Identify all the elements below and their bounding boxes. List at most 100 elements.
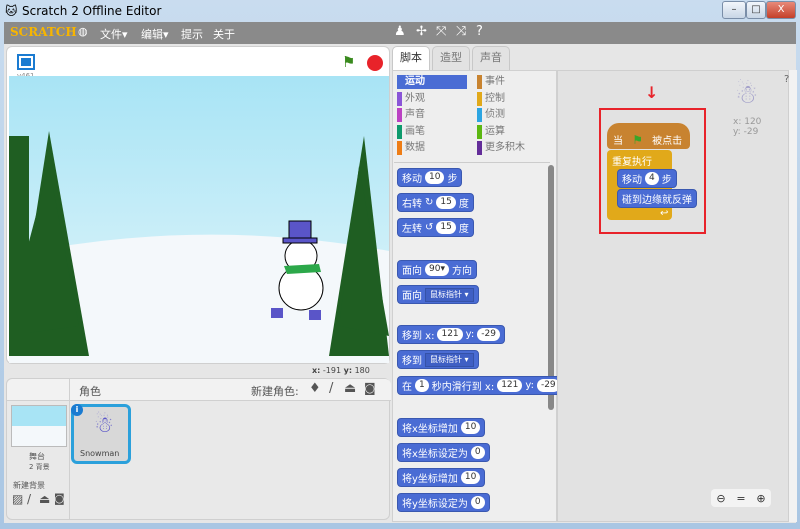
bounce-block[interactable]: 碰到边缘就反弹 bbox=[617, 189, 697, 208]
y-label: y: bbox=[733, 127, 741, 137]
category-3[interactable]: 控制 bbox=[477, 91, 547, 106]
block-input[interactable]: 10 bbox=[460, 421, 481, 434]
block-dropdown[interactable]: 鼠标指针 ▾ bbox=[425, 352, 474, 367]
category-4[interactable]: 声音 bbox=[397, 108, 467, 122]
new-sprite-label: 新建角色: bbox=[251, 385, 299, 398]
minimize-button[interactable]: – bbox=[722, 1, 746, 19]
block-input[interactable]: 121 bbox=[497, 379, 523, 392]
category-9[interactable]: 更多积木 bbox=[477, 141, 547, 155]
move-steps-block[interactable]: 移动 4 步 bbox=[617, 169, 677, 188]
camera-backdrop-icon[interactable]: ◙ bbox=[54, 492, 65, 505]
fullscreen-icon[interactable] bbox=[17, 54, 35, 70]
block-input[interactable]: 10 bbox=[460, 471, 481, 484]
category-7[interactable]: 运算 bbox=[477, 124, 547, 139]
palette-block[interactable]: 移到 x: 121 y: -29 bbox=[397, 325, 505, 344]
palette-block[interactable]: 在 1 秒内滑行到 x: 121 y: -29 bbox=[397, 376, 565, 395]
when-label: 当 bbox=[613, 136, 623, 147]
upload-backdrop-icon[interactable]: ⏏ bbox=[39, 492, 50, 506]
block-input[interactable]: 10 bbox=[425, 171, 445, 184]
category-label: 画笔 bbox=[405, 125, 425, 137]
category-5[interactable]: 侦测 bbox=[477, 108, 547, 122]
x-value: 120 bbox=[744, 117, 762, 127]
zoom-reset-icon[interactable]: = bbox=[736, 492, 745, 505]
palette-block[interactable]: 面向 90▾ 方向 bbox=[397, 260, 477, 279]
palette-scrollbar[interactable] bbox=[548, 165, 554, 410]
menu-about[interactable]: 关于 bbox=[213, 26, 235, 42]
scripts-scrollbar[interactable] bbox=[789, 70, 797, 522]
sprite-library-icon[interactable]: ♦ bbox=[309, 381, 321, 396]
zoom-controls: ⊖ = ⊕ bbox=[711, 489, 771, 507]
menu-tips[interactable]: 提示 bbox=[181, 26, 203, 42]
palette-block[interactable]: 右转 ↻ 15 度 bbox=[397, 193, 474, 212]
when-flag-clicked-block[interactable]: 当 ⚑ 被点击 bbox=[607, 123, 690, 149]
block-input[interactable]: 15 bbox=[436, 221, 456, 234]
duplicate-stamp-icon[interactable]: ♟ bbox=[394, 24, 406, 39]
palette-block[interactable]: 左转 ↺ 15 度 bbox=[397, 218, 474, 237]
paint-backdrop-icon[interactable]: / bbox=[27, 492, 31, 506]
block-label: y: bbox=[465, 329, 475, 340]
palette-block[interactable]: 将y坐标增加 10 bbox=[397, 468, 486, 487]
help-icon[interactable]: ? bbox=[476, 24, 483, 39]
block-input[interactable]: 15 bbox=[436, 196, 456, 209]
x-value: -191 bbox=[322, 366, 342, 375]
paint-sprite-icon[interactable]: / bbox=[329, 381, 333, 396]
palette-block[interactable]: 移到 鼠标指针 ▾ bbox=[397, 350, 479, 369]
green-flag-icon[interactable]: ⚑ bbox=[342, 53, 355, 71]
category-label: 运动 bbox=[405, 76, 425, 87]
block-input[interactable]: 1 bbox=[415, 379, 429, 392]
category-color-swatch bbox=[477, 124, 482, 139]
category-8[interactable]: 数据 bbox=[397, 141, 467, 155]
category-list: 运动 事件外观 控制声音 侦测画笔 运算 数据 更多积木 bbox=[397, 75, 547, 161]
delete-scissors-icon[interactable]: ✢ bbox=[416, 24, 427, 39]
block-input[interactable]: -29 bbox=[477, 328, 500, 341]
menu-edit[interactable]: 编辑▾ bbox=[141, 26, 169, 42]
info-icon[interactable]: i bbox=[71, 404, 83, 416]
block-input[interactable]: 121 bbox=[437, 328, 463, 341]
stop-icon[interactable] bbox=[367, 55, 383, 71]
maximize-button[interactable]: □ bbox=[746, 1, 766, 19]
stage-thumbnail[interactable] bbox=[11, 405, 67, 447]
block-input[interactable]: 90▾ bbox=[425, 263, 449, 276]
down-arrow-annotation: ↓ bbox=[645, 83, 659, 102]
category-0[interactable]: 运动 bbox=[397, 75, 467, 89]
grow-icon[interactable]: ⤧ bbox=[436, 24, 446, 39]
tab-scripts[interactable]: 脚本 bbox=[392, 46, 430, 71]
menu-file[interactable]: 文件▾ bbox=[100, 26, 128, 42]
block-input[interactable]: 0 bbox=[470, 446, 485, 459]
tab-sounds[interactable]: 声音 bbox=[472, 46, 510, 70]
palette-block[interactable]: 面向 鼠标指针 ▾ bbox=[397, 285, 479, 304]
y-value: -29 bbox=[743, 127, 759, 137]
scratch-logo[interactable]: SCRATCH bbox=[10, 25, 77, 39]
category-1[interactable]: 事件 bbox=[477, 75, 547, 89]
upload-sprite-icon[interactable]: ⏏ bbox=[344, 381, 356, 396]
block-label: ↻ bbox=[425, 197, 434, 208]
backdrop-library-icon[interactable]: ▨ bbox=[12, 492, 23, 506]
camera-sprite-icon[interactable]: ◙ bbox=[364, 381, 376, 395]
backdrop-count: 2 背景 bbox=[29, 463, 50, 471]
globe-icon[interactable]: ◍ bbox=[78, 25, 88, 38]
palette-block[interactable]: 将y坐标设定为 0 bbox=[397, 493, 490, 512]
block-dropdown[interactable]: 鼠标指针 ▾ bbox=[425, 287, 474, 302]
category-color-swatch bbox=[397, 91, 402, 106]
sprite-tile-snowman[interactable]: i ☃ Snowman bbox=[71, 404, 131, 464]
help-circle-icon[interactable]: ? bbox=[784, 74, 789, 85]
palette-block[interactable]: 将x坐标设定为 0 bbox=[397, 443, 490, 462]
y-value: 180 bbox=[354, 366, 370, 375]
palette-block[interactable]: 将x坐标增加 10 bbox=[397, 418, 486, 437]
zoom-out-icon[interactable]: ⊖ bbox=[716, 492, 725, 505]
tab-costumes[interactable]: 造型 bbox=[432, 46, 470, 70]
category-color-swatch bbox=[477, 108, 482, 122]
stage-canvas[interactable] bbox=[9, 76, 389, 363]
palette-block[interactable]: 移动 10 步 bbox=[397, 168, 463, 187]
category-label: 声音 bbox=[405, 109, 425, 120]
category-label: 外观 bbox=[405, 92, 425, 104]
block-label: 方向 bbox=[451, 266, 472, 277]
block-input[interactable]: 0 bbox=[470, 496, 485, 509]
zoom-in-icon[interactable]: ⊕ bbox=[756, 492, 765, 505]
shrink-icon[interactable]: ⤨ bbox=[456, 24, 466, 39]
category-2[interactable]: 外观 bbox=[397, 91, 467, 106]
steps-input[interactable]: 4 bbox=[645, 172, 659, 185]
category-6[interactable]: 画笔 bbox=[397, 124, 467, 139]
clicked-label: 被点击 bbox=[652, 136, 683, 147]
close-button[interactable]: X bbox=[766, 1, 796, 19]
